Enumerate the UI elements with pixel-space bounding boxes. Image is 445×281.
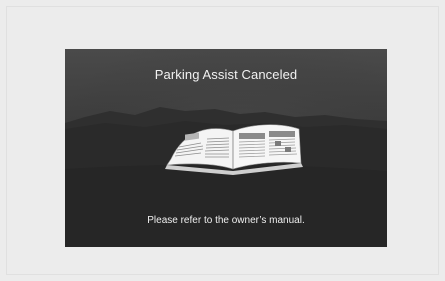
screen-title: Parking Assist Canceled: [154, 67, 298, 82]
display-screen: Parking Assist Canceled Please refer to …: [65, 49, 387, 247]
instruction-message: Please refer to the owner’s manual.: [147, 215, 305, 226]
owners-manual-book-icon: [165, 124, 303, 175]
figure-frame: Parking Assist Canceled Please refer to …: [6, 6, 439, 275]
